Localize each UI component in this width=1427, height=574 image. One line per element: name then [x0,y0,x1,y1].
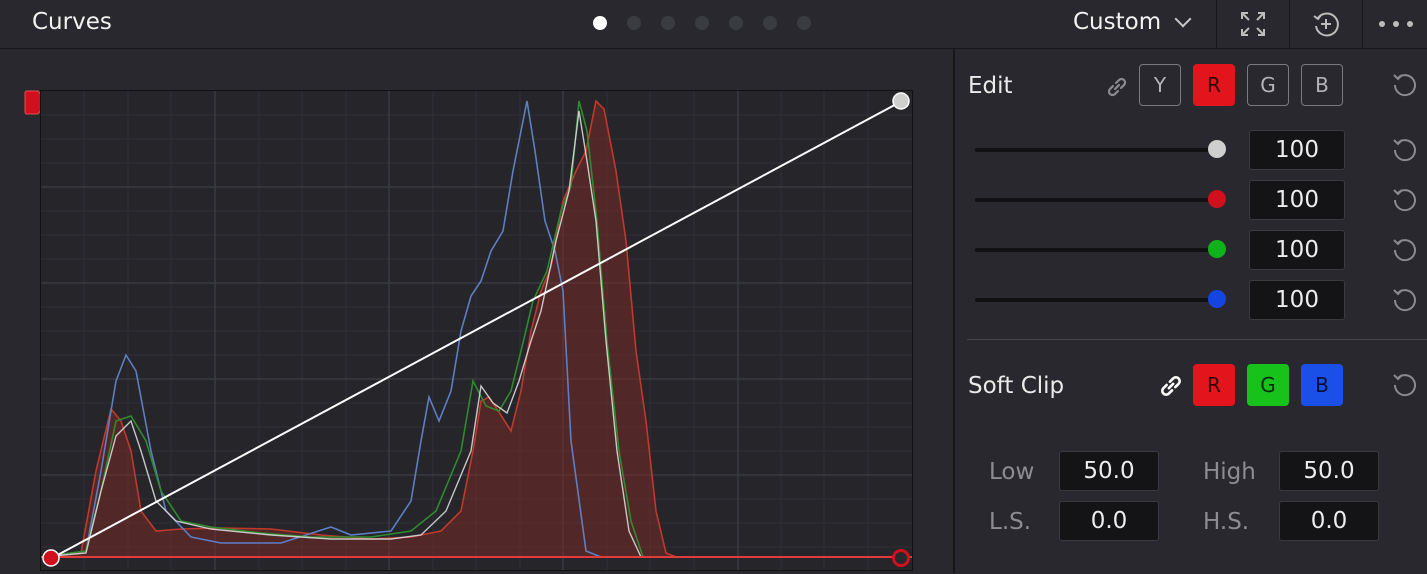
soft-clip-b-button[interactable]: B [1301,364,1343,406]
channel-y-button[interactable]: Y [1139,64,1181,106]
link-icon[interactable] [1105,75,1129,99]
green-reset-icon[interactable] [1390,234,1420,264]
red-value-field[interactable]: 100 [1249,180,1345,220]
page-dot-6[interactable] [763,16,777,30]
master-value-field[interactable]: 100 [1249,130,1345,170]
low-value-field[interactable]: 50.0 [1059,451,1159,491]
curve-graph-canvas [40,91,912,570]
reset-all-button[interactable] [1289,0,1362,48]
ls-value-field[interactable]: 0.0 [1059,501,1159,541]
page-dot-1[interactable] [593,16,607,30]
ls-label: L.S. [989,509,1032,535]
high-value-field[interactable]: 50.0 [1279,451,1379,491]
edit-label: Edit [968,73,1013,99]
master-slider-knob[interactable] [1208,140,1226,158]
blue-reset-icon[interactable] [1390,284,1420,314]
curve-point-red-max[interactable] [890,548,912,570]
preset-dropdown[interactable]: Custom [1073,9,1192,35]
hs-value-field[interactable]: 0.0 [1279,501,1379,541]
red-reset-icon[interactable] [1390,184,1420,214]
red-slider-knob[interactable] [1208,190,1226,208]
preset-label: Custom [1073,9,1162,35]
green-value-field[interactable]: 100 [1249,230,1345,270]
section-divider [967,339,1427,340]
panel-header: Curves Custom [0,0,1427,49]
more-options-icon [1378,21,1413,27]
low-label: Low [989,459,1035,485]
page-dots [593,16,811,30]
soft-clip-label: Soft Clip [968,373,1065,399]
high-label: High [1203,459,1256,485]
expand-button[interactable] [1216,0,1289,48]
soft-clip-link-icon[interactable] [1158,373,1184,399]
more-options-button[interactable] [1362,0,1427,48]
page-dot-3[interactable] [661,16,675,30]
green-slider[interactable] [975,240,1226,258]
curve-point-black[interactable] [40,548,62,570]
curve-point-white[interactable] [890,90,912,112]
blue-slider-knob[interactable] [1208,290,1226,308]
expand-icon [1241,12,1265,36]
reset-all-icon [1313,12,1339,37]
chevron-down-icon [1174,10,1192,28]
channel-r-button[interactable]: R [1193,64,1235,106]
blue-value-field[interactable]: 100 [1249,280,1345,320]
red-slider[interactable] [975,190,1226,208]
blue-slider[interactable] [975,290,1226,308]
soft-clip-r-button[interactable]: R [1193,364,1235,406]
edit-reset-icon[interactable] [1390,69,1420,99]
green-slider-knob[interactable] [1208,240,1226,258]
panel-title: Curves [32,9,112,35]
soft-clip-reset-icon[interactable] [1390,369,1420,399]
edit-panel: Edit Y R G B 100 100 100 100 Soft Clip R… [955,49,1427,573]
hs-label: H.S. [1203,509,1250,535]
master-slider[interactable] [975,140,1226,158]
master-reset-icon[interactable] [1390,134,1420,164]
channel-g-button[interactable]: G [1247,64,1289,106]
soft-clip-g-button[interactable]: G [1247,364,1289,406]
page-dot-4[interactable] [695,16,709,30]
page-dot-5[interactable] [729,16,743,30]
page-dot-7[interactable] [797,16,811,30]
channel-b-button[interactable]: B [1301,64,1343,106]
page-dot-2[interactable] [627,16,641,30]
curve-graph[interactable] [40,90,913,571]
